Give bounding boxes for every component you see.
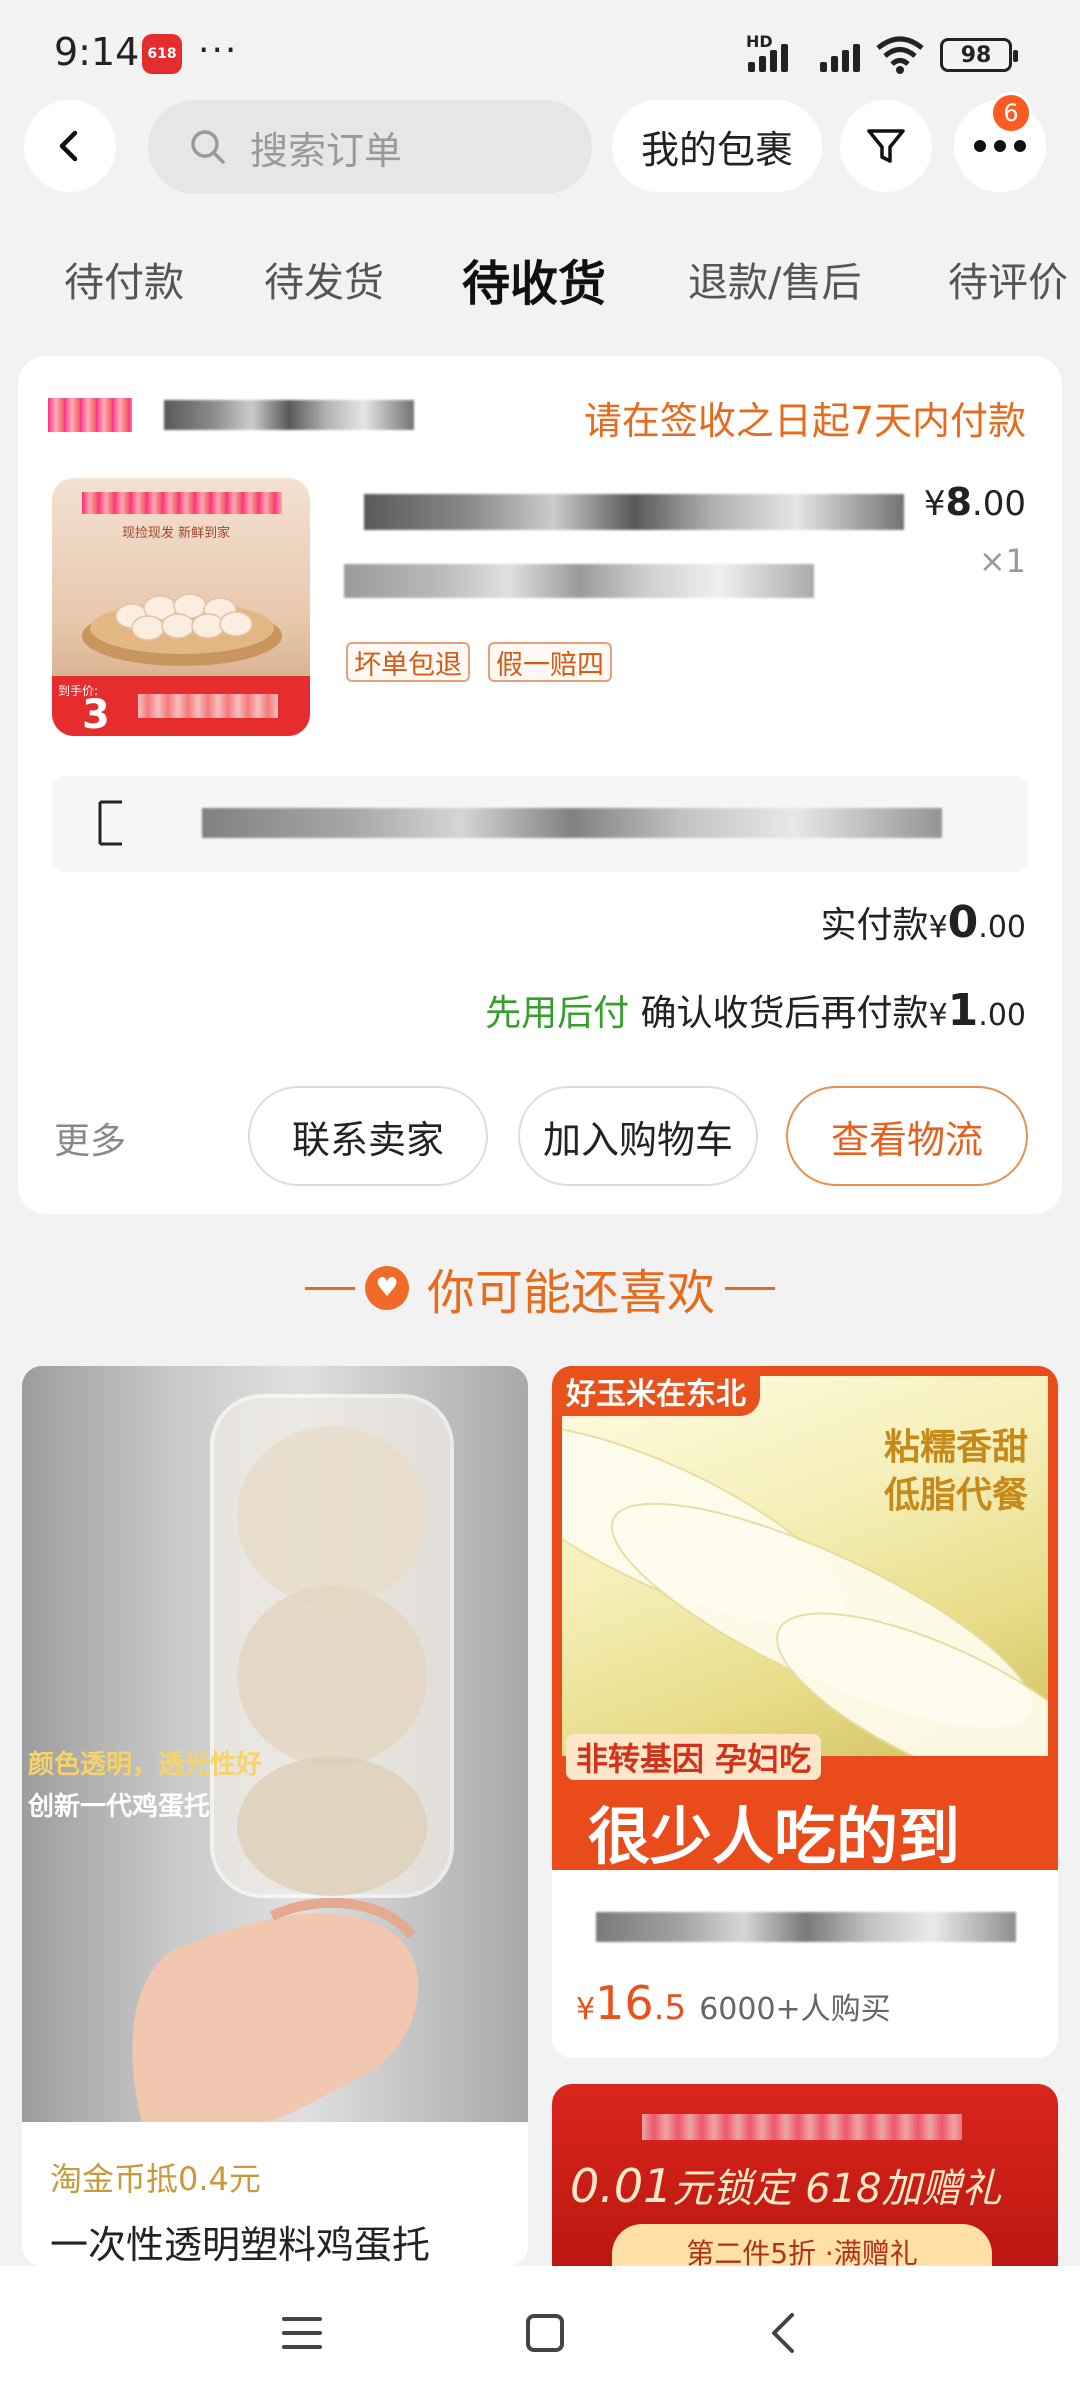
divider-right xyxy=(725,1286,775,1290)
paid-dec: .00 xyxy=(978,910,1026,945)
paid-amount-line: 实付款¥0.00 xyxy=(821,896,1026,948)
wifi-icon xyxy=(876,36,924,74)
system-nav-bar xyxy=(0,2266,1080,2400)
more-notifications-icon: ··· xyxy=(198,30,239,71)
home-icon[interactable] xyxy=(524,2312,566,2354)
corn-banner-big: 很少人吃的到 xyxy=(588,1800,961,1873)
search-input[interactable]: 搜索订单 xyxy=(148,100,592,194)
tab-refund-aftersale[interactable]: 退款/售后 xyxy=(688,250,861,308)
tag-bad-return: 坏单包退 xyxy=(346,642,470,682)
promo-title-redacted xyxy=(642,2114,962,2140)
tag-fake-compensation: 假一赔四 xyxy=(488,642,612,682)
battery-icon: 98 xyxy=(940,38,1018,72)
image-caption-2: 创新一代鸡蛋托 xyxy=(28,1792,211,1822)
egg-tray-image: 颜色透明，透光性好 创新一代鸡蛋托 xyxy=(22,1366,528,2122)
product-thumbnail[interactable]: 现捡现发 新鲜到家 到手价: 3 xyxy=(52,478,310,736)
image-caption-1: 颜色透明，透光性好 xyxy=(28,1750,263,1780)
order-tabs: 待付款 待发货 待收货 退款/售后 待评价 xyxy=(0,250,1080,320)
corn-banner-tag: 好玉米在东北 xyxy=(566,1377,746,1412)
promo-price: 0.01 xyxy=(570,2159,673,2213)
corn-price-dec: .5 xyxy=(653,1988,687,2028)
view-logistics-button[interactable]: 查看物流 xyxy=(786,1086,1028,1186)
tab-pending-receipt[interactable]: 待收货 xyxy=(462,244,606,314)
pay-later-symbol: ¥ xyxy=(928,998,948,1033)
search-placeholder: 搜索订单 xyxy=(250,128,403,173)
paid-int: 0 xyxy=(947,897,979,948)
product-title: 一次性透明塑料鸡蛋托 xyxy=(50,2223,431,2266)
recommend-item-618-promo[interactable]: 0.01元锁定 618加赠礼 第二件5折 ·满赠礼 xyxy=(552,2084,1058,2284)
unit-price-dec: .00 xyxy=(971,484,1026,524)
signal-1-icon xyxy=(748,42,788,72)
thumb-banner-redacted xyxy=(82,492,282,514)
contact-seller-button[interactable]: 联系卖家 xyxy=(248,1086,488,1186)
add-to-cart-button[interactable]: 加入购物车 xyxy=(518,1086,758,1186)
my-packages-button[interactable]: 我的包裹 xyxy=(612,100,822,192)
signal-2-icon xyxy=(820,42,860,72)
shop-name-redacted[interactable] xyxy=(164,400,414,430)
recommend-header: ♥ 你可能还喜欢 xyxy=(0,1248,1080,1328)
pay-later-label: 先用后付 xyxy=(485,993,630,1034)
menu-icon[interactable] xyxy=(280,2313,324,2353)
recommend-item-egg-tray[interactable]: 颜色透明，透光性好 创新一代鸡蛋托 淘金币抵0.4元 一次性透明塑料鸡蛋托 xyxy=(22,1366,528,2266)
product-spec-redacted xyxy=(344,564,814,598)
corn-price: ¥16.5 6000+人购买 xyxy=(576,1976,891,2030)
tab-pending-review[interactable]: 待评价 xyxy=(948,250,1068,308)
corn-side-1: 粘糯香甜 xyxy=(883,1427,1028,1468)
order-card: 请在签收之日起7天内付款 现捡现发 新鲜到家 到手价: 3 ¥8.00 ×1 坏… xyxy=(18,356,1062,1214)
egg-basket-image xyxy=(82,593,282,666)
pay-later-text: 确认收货后再付款 xyxy=(640,993,929,1034)
tab-pending-payment[interactable]: 待付款 xyxy=(64,250,184,308)
unit-price-int: 8 xyxy=(945,480,972,524)
product-title-redacted[interactable] xyxy=(364,494,904,530)
delivery-info-box[interactable] xyxy=(52,776,1028,872)
notification-badge: 6 xyxy=(990,92,1032,134)
status-bar: 9:14 618 ··· HD 98 xyxy=(0,0,1080,100)
pay-later-dec: .00 xyxy=(978,998,1026,1033)
more-dots-icon xyxy=(974,140,1026,152)
recommend-item-corn[interactable]: 好玉米在东北 粘糯香甜 低脂代餐 非转基因 孕妇吃 很少人吃的到 ¥16.5 6… xyxy=(552,1366,1058,2058)
heart-icon: ♥ xyxy=(364,1266,409,1310)
status-time: 9:14 xyxy=(54,30,140,74)
corn-price-int: 16 xyxy=(595,1976,654,2030)
quantity: ×1 xyxy=(978,542,1026,580)
pay-later-int: 1 xyxy=(947,985,979,1036)
search-icon xyxy=(191,130,225,164)
promo-rest: 元锁定 618加赠礼 xyxy=(672,2166,1002,2212)
corn-title-redacted xyxy=(596,1912,1016,1942)
back-button[interactable] xyxy=(24,100,116,192)
coin-discount: 淘金币抵0.4元 xyxy=(50,2160,261,2198)
more-link[interactable]: 更多 xyxy=(54,1112,126,1164)
corn-side-2: 低脂代餐 xyxy=(883,1475,1028,1516)
taobao-618-notification-icon: 618 xyxy=(142,34,182,74)
paid-symbol: ¥ xyxy=(928,910,948,945)
corn-sold-count: 6000+人购买 xyxy=(699,1992,891,2027)
promo-banner-text: 0.01元锁定 618加赠礼 xyxy=(570,2156,1001,2214)
battery-level: 98 xyxy=(960,42,992,68)
recommend-title: 你可能还喜欢 xyxy=(426,1265,715,1321)
payment-notice: 请在签收之日起7天内付款 xyxy=(583,399,1026,443)
divider-left xyxy=(304,1286,355,1290)
corn-image: 好玉米在东北 粘糯香甜 低脂代餐 非转基因 孕妇吃 很少人吃的到 xyxy=(552,1366,1058,1873)
filter-icon xyxy=(867,129,905,163)
thumb-price: 3 xyxy=(82,692,110,736)
thumb-price-strip: 到手价: 3 xyxy=(52,676,310,736)
thumb-slogan: 现捡现发 新鲜到家 xyxy=(122,526,231,541)
corn-price-symbol: ¥ xyxy=(576,1992,596,2027)
back-nav-icon[interactable] xyxy=(766,2311,800,2355)
corn-banner-tag-bg: 好玉米在东北 xyxy=(552,1366,760,1416)
delivery-icon xyxy=(98,800,122,846)
pay-later-line: 先用后付 确认收货后再付款¥1.00 xyxy=(485,984,1026,1036)
unit-price-symbol: ¥ xyxy=(923,484,946,524)
chevron-left-icon xyxy=(59,130,78,162)
delivery-text-redacted xyxy=(202,808,942,838)
filter-button[interactable] xyxy=(840,100,932,192)
unit-price: ¥8.00 xyxy=(924,480,1026,524)
corn-banner-sub: 非转基因 孕妇吃 xyxy=(566,1734,822,1780)
tab-pending-shipment[interactable]: 待发货 xyxy=(264,250,384,308)
thumb-text-redacted xyxy=(138,694,278,718)
paid-label: 实付款 xyxy=(820,905,929,946)
shop-logo-redacted[interactable] xyxy=(48,398,132,432)
